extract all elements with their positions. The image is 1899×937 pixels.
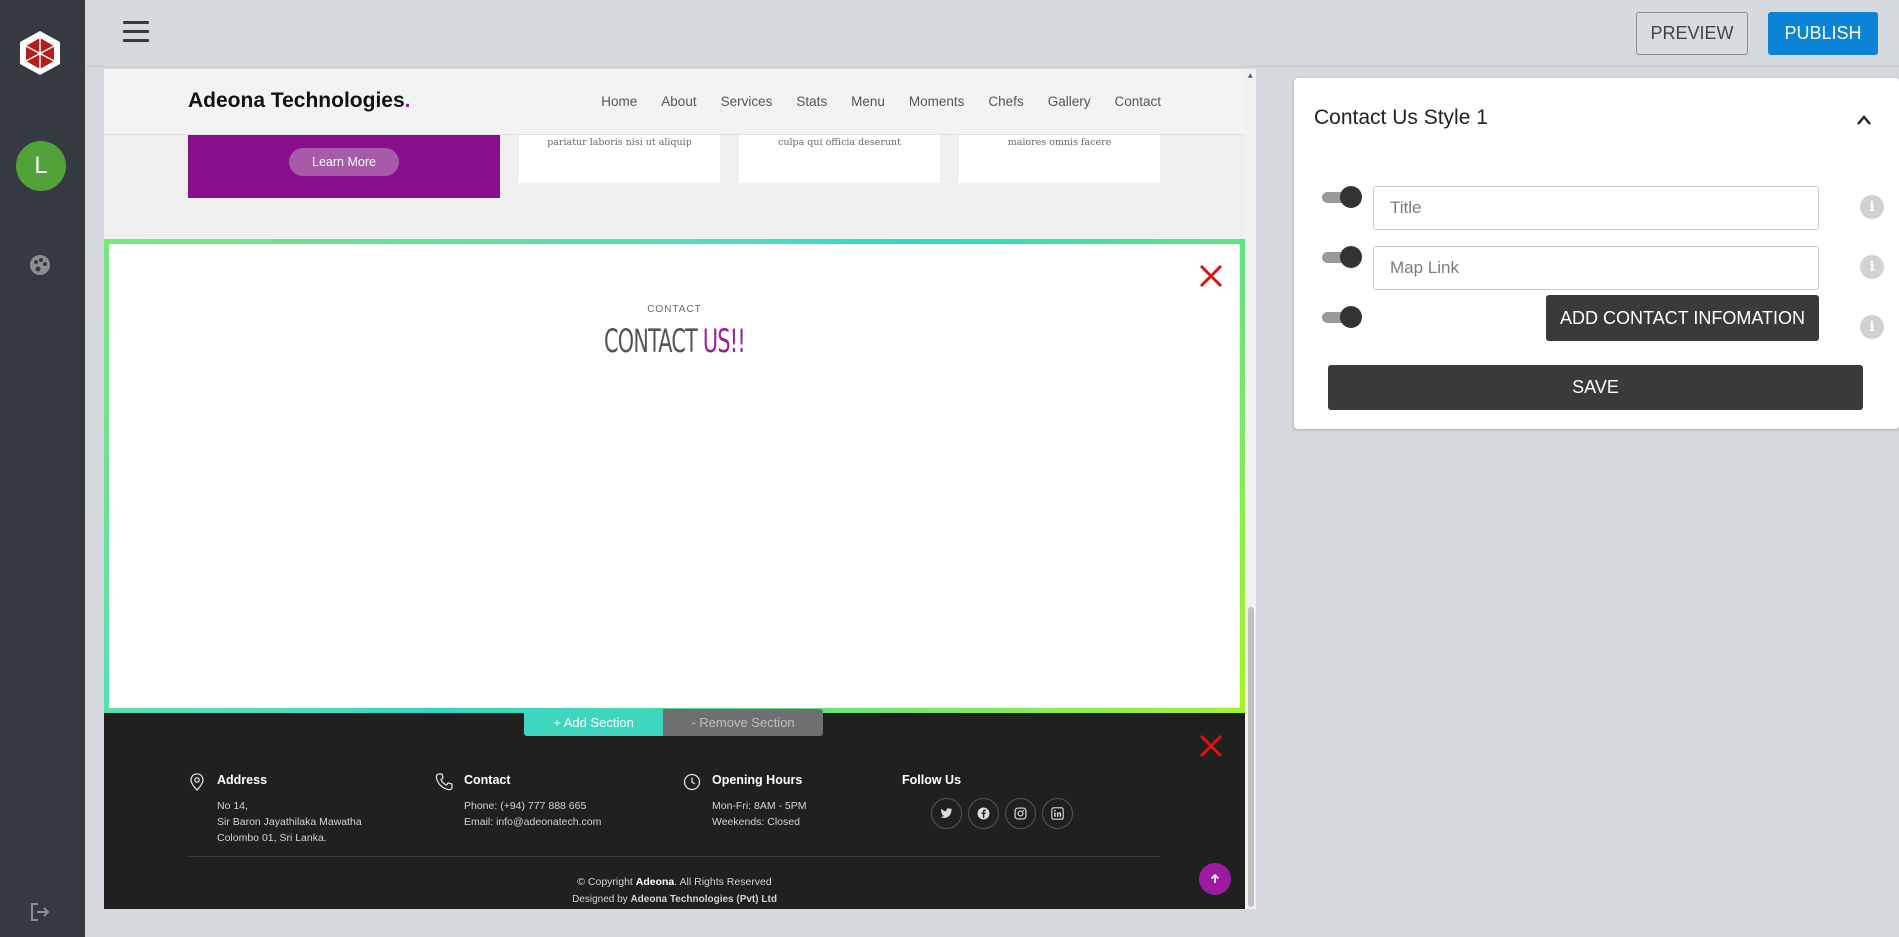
phone-icon bbox=[435, 773, 453, 791]
avatar-initial: L bbox=[34, 152, 48, 179]
canvas-scrollbar[interactable]: ▲ bbox=[1245, 69, 1256, 909]
follow-heading: Follow Us bbox=[902, 773, 962, 787]
nav-home[interactable]: Home bbox=[601, 94, 637, 109]
nav-moments[interactable]: Moments bbox=[909, 94, 965, 109]
panel-title: Contact Us Style 1 bbox=[1314, 106, 1488, 129]
site-footer: Address No 14, Sir Baron Jayathilaka Maw… bbox=[104, 713, 1245, 909]
title-input[interactable] bbox=[1373, 186, 1819, 230]
designed-prefix: Designed by bbox=[572, 894, 631, 905]
contact-heading-accent: US!! bbox=[702, 322, 746, 360]
remove-section-button[interactable]: - Remove Section bbox=[663, 709, 823, 736]
address-text: No 14, Sir Baron Jayathilaka Mawatha Col… bbox=[217, 798, 362, 846]
close-section-icon[interactable] bbox=[1198, 733, 1224, 759]
clock-icon bbox=[683, 773, 701, 791]
publish-button[interactable]: PUBLISH bbox=[1768, 12, 1878, 55]
nav-contact[interactable]: Contact bbox=[1114, 94, 1161, 109]
left-rail: L bbox=[0, 0, 85, 937]
service-card: culpa qui officia deserunt bbox=[739, 135, 940, 183]
copyright-brand: Adeona bbox=[635, 876, 675, 888]
scrollbar-thumb[interactable] bbox=[1248, 607, 1254, 907]
info-icon[interactable]: i bbox=[1860, 255, 1884, 279]
hours-heading: Opening Hours bbox=[712, 773, 803, 787]
address-heading: Address bbox=[217, 773, 268, 787]
site-navbar: Adeona Technologies. Home About Services… bbox=[104, 69, 1245, 135]
contact-section[interactable]: CONTACT CONTACT US!! bbox=[104, 239, 1245, 713]
hamburger-menu-icon[interactable] bbox=[123, 21, 149, 45]
scroll-up-icon[interactable]: ▲ bbox=[1248, 72, 1253, 79]
hours-line: Weekends: Closed bbox=[712, 816, 800, 828]
contact-heading-main: CONTACT bbox=[604, 322, 703, 360]
map-link-toggle[interactable] bbox=[1322, 246, 1362, 268]
twitter-icon[interactable] bbox=[931, 798, 962, 829]
nav-about[interactable]: About bbox=[661, 94, 696, 109]
top-bar: PREVIEW PUBLISH bbox=[85, 0, 1899, 67]
map-link-input[interactable] bbox=[1373, 246, 1819, 290]
app-logo-icon[interactable] bbox=[19, 30, 61, 76]
instagram-icon[interactable] bbox=[1005, 798, 1036, 829]
learn-more-button[interactable]: Learn More bbox=[289, 148, 399, 176]
promo-box: Learn More bbox=[188, 135, 500, 198]
close-section-icon[interactable] bbox=[1198, 263, 1224, 289]
designed-brand[interactable]: Adeona Technologies (Pvt) Ltd bbox=[630, 894, 776, 905]
save-button[interactable]: SAVE bbox=[1328, 365, 1863, 410]
nav-menu[interactable]: Menu bbox=[851, 94, 885, 109]
info-icon[interactable]: i bbox=[1860, 315, 1884, 339]
linkedin-icon[interactable] bbox=[1042, 798, 1073, 829]
contact-heading-footer: Contact bbox=[464, 773, 511, 787]
card-text: culpa qui officia deserunt bbox=[778, 137, 901, 148]
hours-text: Mon-Fri: 8AM - 5PM Weekends: Closed bbox=[712, 798, 807, 830]
hours-line: Mon-Fri: 8AM - 5PM bbox=[712, 800, 807, 812]
chevron-up-icon[interactable] bbox=[1856, 114, 1872, 126]
nav-links: Home About Services Stats Menu Moments C… bbox=[577, 94, 1161, 109]
section-controls: + Add Section - Remove Section bbox=[524, 709, 823, 736]
card-text: pariatur laboris nisi ut aliquip bbox=[547, 137, 692, 148]
palette-icon[interactable] bbox=[29, 254, 51, 276]
address-line: Colombo 01, Sri Lanka. bbox=[217, 832, 327, 844]
address-line: Sir Baron Jayathilaka Mawatha bbox=[217, 816, 362, 828]
service-card: pariatur laboris nisi ut aliquip bbox=[519, 135, 720, 183]
brand-dot: . bbox=[404, 89, 411, 112]
email-line: Email: info@adeonatech.com bbox=[464, 816, 602, 828]
info-icon[interactable]: i bbox=[1860, 195, 1884, 219]
footer-divider bbox=[188, 856, 1160, 857]
preview-button[interactable]: PREVIEW bbox=[1636, 12, 1748, 55]
copyright-text: © Copyright Adeona. All Rights Reserved bbox=[104, 876, 1245, 888]
designed-by-text: Designed by Adeona Technologies (Pvt) Lt… bbox=[104, 894, 1245, 905]
site-brand[interactable]: Adeona Technologies. bbox=[188, 89, 410, 113]
nav-stats[interactable]: Stats bbox=[796, 94, 827, 109]
nav-chefs[interactable]: Chefs bbox=[988, 94, 1023, 109]
user-avatar[interactable]: L bbox=[16, 141, 66, 191]
nav-services[interactable]: Services bbox=[721, 94, 773, 109]
back-to-top-icon[interactable] bbox=[1199, 863, 1231, 895]
brand-text: Adeona Technologies bbox=[188, 89, 405, 112]
title-toggle[interactable] bbox=[1322, 186, 1362, 208]
copyright-suffix: . All Rights Reserved bbox=[674, 876, 772, 888]
address-line: No 14, bbox=[217, 800, 248, 812]
location-pin-icon bbox=[190, 773, 204, 791]
settings-panel: Contact Us Style 1 i i i ADD CONTACT INF… bbox=[1294, 78, 1899, 429]
contact-heading: CONTACT US!! bbox=[267, 322, 1081, 360]
facebook-icon[interactable] bbox=[968, 798, 999, 829]
nav-gallery[interactable]: Gallery bbox=[1048, 94, 1091, 109]
card-text: maiores omnis facere bbox=[1007, 137, 1112, 148]
logout-icon[interactable] bbox=[29, 901, 51, 923]
page-canvas[interactable]: Learn More pariatur laboris nisi ut aliq… bbox=[104, 69, 1256, 909]
add-contact-information-button[interactable]: ADD CONTACT INFOMATION bbox=[1546, 295, 1819, 341]
contact-info-toggle[interactable] bbox=[1322, 306, 1362, 328]
map-link-row: i bbox=[1322, 246, 1887, 292]
contact-eyebrow: CONTACT bbox=[647, 304, 702, 315]
title-row: i bbox=[1322, 186, 1887, 232]
contact-text: Phone: (+94) 777 888 665 Email: info@ade… bbox=[464, 798, 601, 830]
social-links bbox=[931, 798, 1073, 829]
phone-line: Phone: (+94) 777 888 665 bbox=[464, 800, 587, 812]
add-section-button[interactable]: + Add Section bbox=[524, 709, 663, 736]
copyright-prefix: © Copyright bbox=[577, 876, 636, 888]
service-card: maiores omnis facere bbox=[959, 135, 1160, 183]
